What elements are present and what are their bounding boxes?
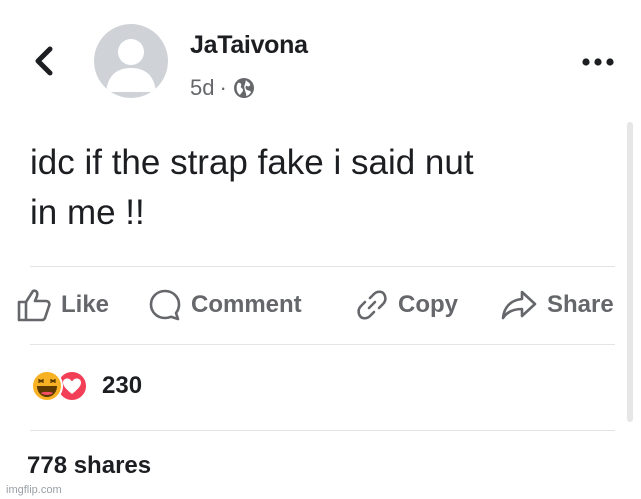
thumbs-up-icon (17, 289, 51, 322)
share-button[interactable]: Share (500, 282, 614, 328)
post-meta: 5d · (190, 76, 255, 100)
reaction-icons (31, 370, 88, 402)
avatar[interactable] (94, 24, 168, 98)
comment-bubble-icon (149, 289, 181, 321)
meta-separator: · (219, 75, 227, 100)
share-arrow-icon (501, 290, 537, 320)
post-text: idc if the strap fake i said nut in me !… (30, 138, 610, 238)
post-text-line: idc if the strap fake i said nut (30, 143, 474, 182)
more-dots-icon (582, 58, 614, 66)
divider (30, 266, 615, 267)
like-button[interactable]: Like (16, 282, 109, 328)
comment-button[interactable]: Comment (148, 282, 302, 328)
reactions-summary[interactable]: 230 (30, 368, 142, 404)
haha-reaction-icon (31, 370, 63, 402)
reaction-count: 230 (102, 372, 143, 399)
copy-button[interactable]: Copy (355, 282, 458, 328)
watermark: imgflip.com (6, 484, 62, 496)
post-text-line: in me !! (30, 193, 145, 232)
author-name[interactable]: JaTaivona (190, 30, 308, 60)
back-button[interactable] (30, 44, 58, 78)
link-icon (357, 290, 387, 320)
share-label: Share (547, 291, 614, 318)
globe-icon (233, 78, 254, 98)
avatar-silhouette-icon (106, 39, 156, 92)
more-options-button[interactable] (581, 54, 615, 70)
shares-count[interactable]: 778 shares (27, 452, 151, 480)
like-label: Like (61, 291, 110, 318)
action-bar: Like Comment Copy Share (16, 282, 628, 328)
divider (30, 430, 615, 431)
back-chevron-icon (35, 46, 53, 76)
copy-label: Copy (398, 291, 458, 318)
scrollbar[interactable] (627, 122, 633, 422)
comment-label: Comment (191, 291, 302, 318)
post-time[interactable]: 5d (190, 76, 214, 100)
divider (30, 344, 615, 345)
